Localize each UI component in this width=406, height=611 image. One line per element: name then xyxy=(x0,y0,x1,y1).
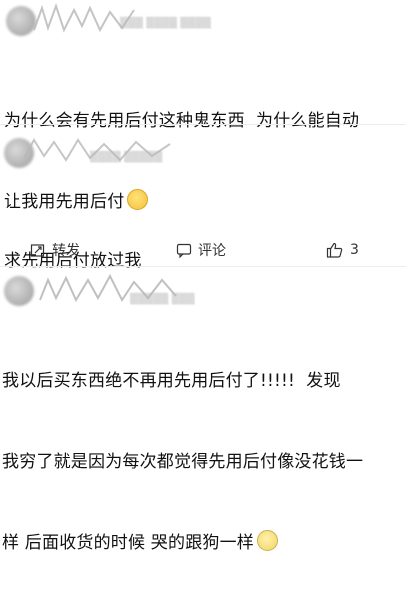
comment-icon xyxy=(176,243,192,258)
like-count: 3 xyxy=(350,242,359,258)
post-meta: ▒▒▒ ▒▒▒▒ ▒▒▒▒ xyxy=(120,18,211,29)
like-button[interactable]: 3 xyxy=(326,236,359,264)
post-item-3: ▒▒▒▒▒ ▒▒▒ 我以后买东西绝不再用先用后付了!!!!! 发现 我穷了就是因… xyxy=(0,268,406,553)
post-meta: ▒▒▒▒▒ ▒▒▒ xyxy=(130,294,195,305)
divider xyxy=(0,124,406,125)
action-bar: 转发 评论 3 xyxy=(0,236,406,264)
repost-label: 转发 xyxy=(52,243,80,259)
crying-icon xyxy=(257,530,279,551)
post-text-line-with-emoji: 样 后面收货的时候 哭的跟狗一样 xyxy=(2,530,402,557)
post-item-2: ▒▒▒▒ ▒▒▒▒▒ 求先用后付放过我 转发 评论 3 xyxy=(0,126,406,276)
avatar[interactable] xyxy=(4,276,34,306)
comment-label: 评论 xyxy=(198,243,226,259)
comment-button[interactable]: 评论 xyxy=(176,236,226,264)
repost-button[interactable]: 转发 xyxy=(30,236,80,264)
thumbs-up-icon xyxy=(326,242,343,258)
post-item-1: ▒▒▒ ▒▒▒▒ ▒▒▒▒ 为什么会有先用后付这种鬼东西 为什么能自动 让我用先… xyxy=(0,0,406,212)
post-meta: ▒▒▒▒ ▒▒▒▒▒ xyxy=(90,152,163,163)
post-text-line: 我穷了就是因为每次都觉得先用后付像没花钱一 xyxy=(2,452,364,472)
repost-icon xyxy=(30,244,45,257)
post-text-line: 我以后买东西绝不再用先用后付了!!!!! 发现 xyxy=(2,371,341,391)
divider xyxy=(0,266,406,267)
post-text-line: 样 后面收货的时候 哭的跟狗一样 xyxy=(2,533,255,553)
post-text: 我以后买东西绝不再用先用后付了!!!!! 发现 我穷了就是因为每次都觉得先用后付… xyxy=(2,314,402,611)
